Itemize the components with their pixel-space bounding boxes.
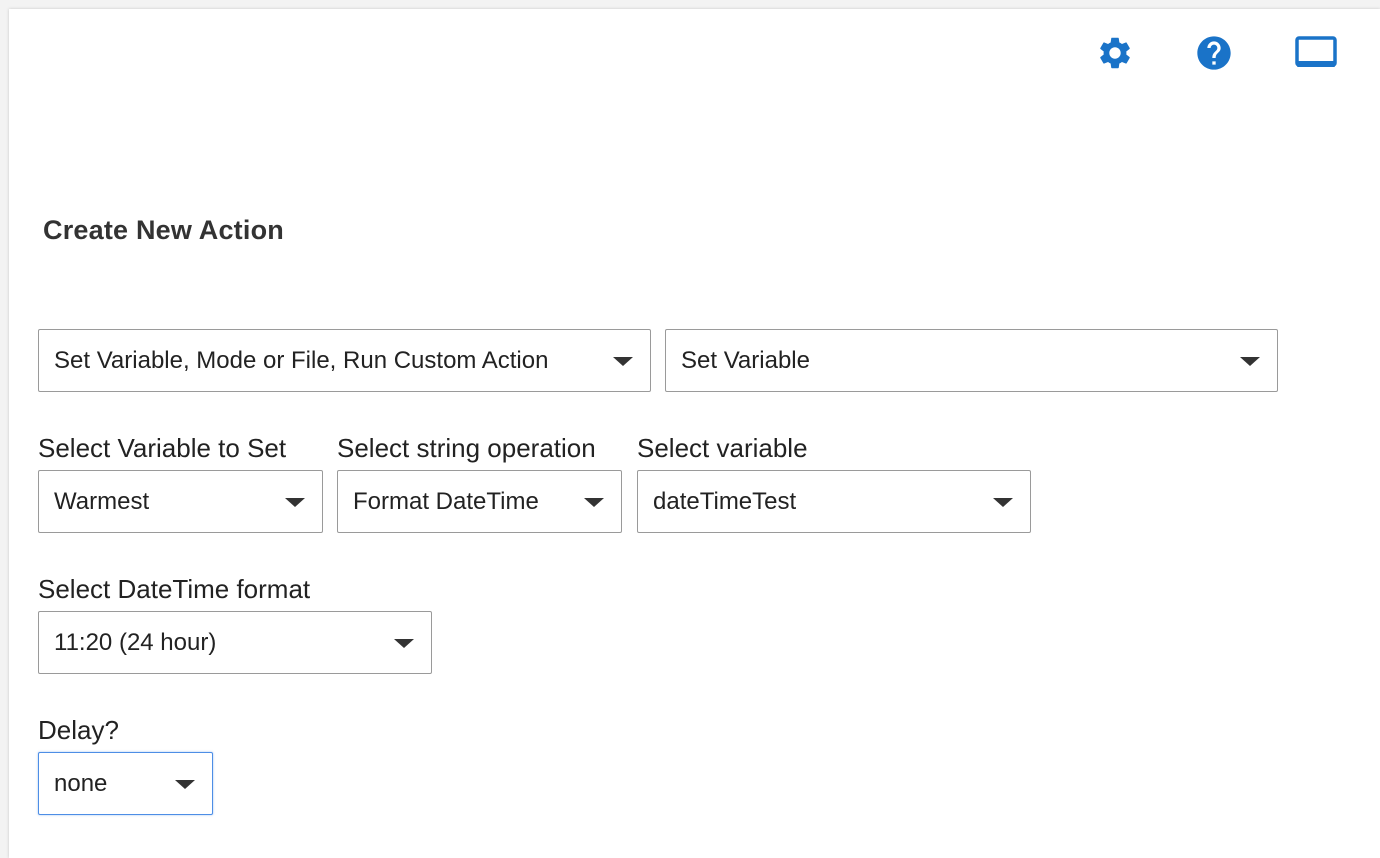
variable-to-set-select[interactable]: Warmest	[38, 470, 323, 533]
datetime-format-label: Select DateTime format	[38, 574, 311, 604]
string-operation-value: Format DateTime	[353, 487, 539, 515]
variable-to-set-value: Warmest	[54, 487, 150, 515]
monitor-icon[interactable]	[1294, 33, 1338, 73]
page-title: Create New Action	[43, 215, 284, 245]
action-category-value: Set Variable, Mode or File, Run Custom A…	[54, 346, 549, 374]
action-type-value: Set Variable	[681, 346, 810, 374]
chevron-down-icon	[394, 638, 414, 648]
action-type-select[interactable]: Set Variable	[665, 329, 1278, 392]
datetime-format-select[interactable]: 11:20 (24 hour)	[38, 611, 432, 674]
chevron-down-icon	[993, 497, 1013, 507]
chevron-down-icon	[1240, 356, 1260, 366]
source-variable-select[interactable]: dateTimeTest	[637, 470, 1031, 533]
chevron-down-icon	[613, 356, 633, 366]
delay-value: none	[54, 769, 108, 797]
gear-icon[interactable]	[1095, 33, 1135, 73]
delay-label: Delay?	[38, 715, 119, 745]
action-category-select[interactable]: Set Variable, Mode or File, Run Custom A…	[38, 329, 651, 392]
chevron-down-icon	[175, 779, 195, 789]
question-circle-icon[interactable]	[1194, 33, 1234, 73]
datetime-format-value: 11:20 (24 hour)	[54, 628, 217, 656]
source-variable-label: Select variable	[637, 433, 808, 463]
delay-select[interactable]: none	[38, 752, 213, 815]
chevron-down-icon	[285, 497, 305, 507]
string-operation-label: Select string operation	[337, 433, 596, 463]
source-variable-value: dateTimeTest	[653, 487, 797, 515]
variable-to-set-label: Select Variable to Set	[38, 433, 287, 463]
chevron-down-icon	[584, 497, 604, 507]
string-operation-select[interactable]: Format DateTime	[337, 470, 622, 533]
